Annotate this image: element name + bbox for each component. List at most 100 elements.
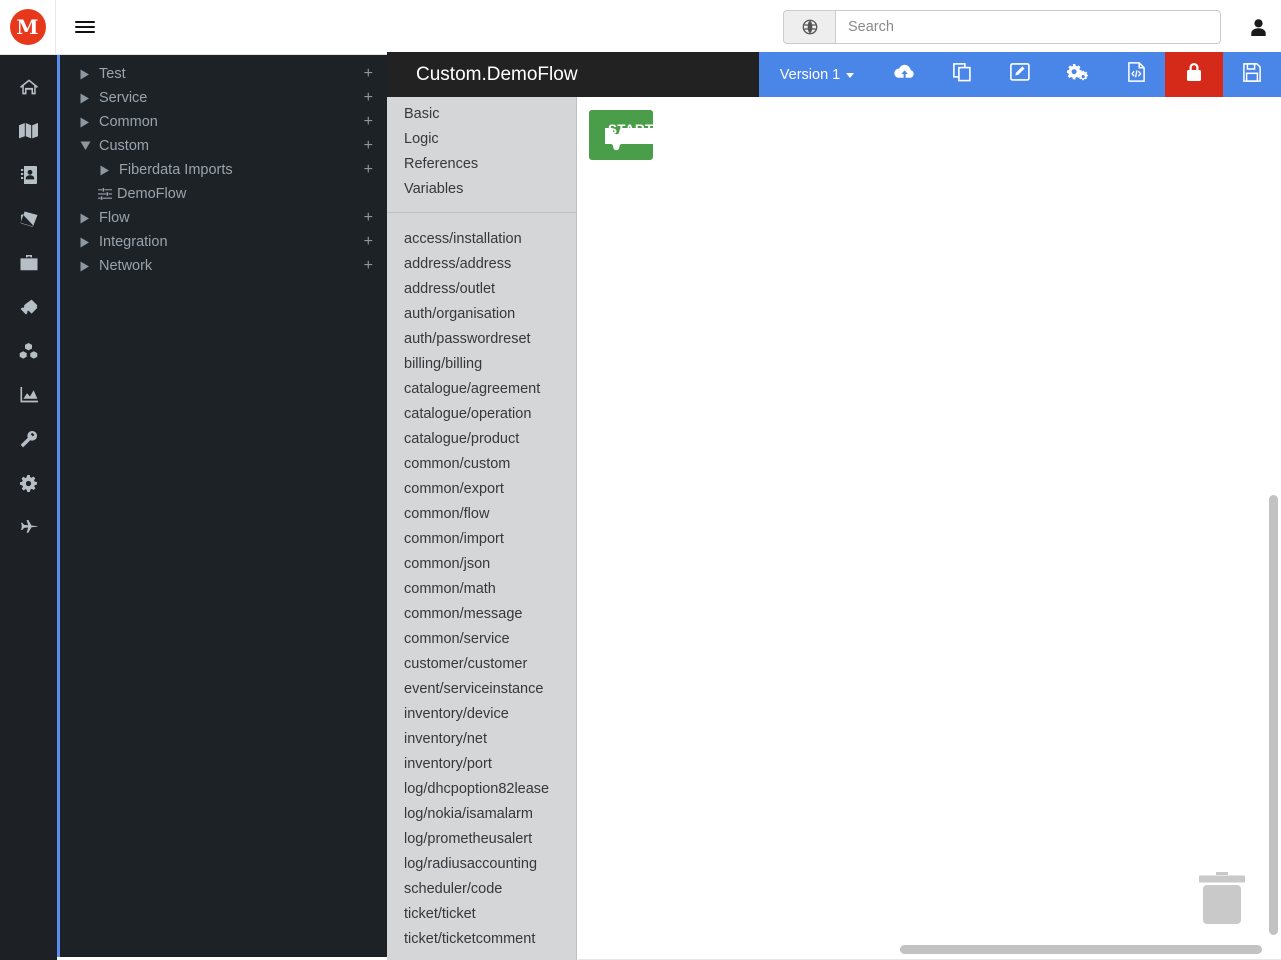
caret-right-icon[interactable] xyxy=(78,211,92,225)
trash-icon[interactable] xyxy=(1199,872,1245,924)
lock-button[interactable] xyxy=(1165,52,1223,97)
rail-item-map[interactable] xyxy=(0,109,57,153)
palette-module[interactable]: auth/organisation xyxy=(387,301,576,326)
tree-node-label: Flow xyxy=(99,210,130,226)
palette-module[interactable]: catalogue/agreement xyxy=(387,376,576,401)
tree-node-custom[interactable]: Custom + xyxy=(60,134,387,158)
rail-item-book[interactable] xyxy=(0,197,57,241)
caret-right-icon[interactable] xyxy=(98,163,112,177)
palette-module[interactable]: common/json xyxy=(387,551,576,576)
tree-add-button[interactable]: + xyxy=(364,138,373,154)
rail-item-address-book[interactable] xyxy=(0,153,57,197)
palette-module[interactable]: log/nokia/isamalarm xyxy=(387,801,576,826)
palette-module[interactable]: access/installation xyxy=(387,226,576,251)
tree-node-integration[interactable]: Integration + xyxy=(60,230,387,254)
palette-category-basic[interactable]: Basic xyxy=(387,101,576,126)
tree-add-button[interactable]: + xyxy=(364,90,373,106)
palette-module[interactable]: log/prometheusalert xyxy=(387,826,576,851)
palette-module[interactable]: common/message xyxy=(387,601,576,626)
settings-button[interactable] xyxy=(1049,52,1107,97)
palette-module[interactable]: auth/passwordreset xyxy=(387,326,576,351)
rail-item-cubes[interactable] xyxy=(0,329,57,373)
tree-add-button[interactable]: + xyxy=(364,66,373,82)
palette-module[interactable]: customer/customer xyxy=(387,651,576,676)
tree-add-button[interactable]: + xyxy=(364,234,373,250)
caret-right-icon[interactable] xyxy=(78,259,92,273)
rail-item-plane[interactable] xyxy=(0,505,57,549)
tree-add-button[interactable]: + xyxy=(364,162,373,178)
rail-item-wrench[interactable] xyxy=(0,417,57,461)
flow-canvas[interactable]: START xyxy=(578,97,1281,960)
palette-module[interactable]: inventory/device xyxy=(387,701,576,726)
caret-down-icon[interactable] xyxy=(78,139,92,153)
tree-node-network[interactable]: Network + xyxy=(60,254,387,278)
rail-item-chart-area[interactable] xyxy=(0,373,57,417)
palette-divider xyxy=(387,212,576,213)
tree-node-label: Test xyxy=(99,66,126,82)
edit-button[interactable] xyxy=(991,52,1049,97)
palette-module[interactable]: inventory/net xyxy=(387,726,576,751)
rail-item-briefcase[interactable] xyxy=(0,241,57,285)
caret-right-icon[interactable] xyxy=(78,91,92,105)
search-input[interactable] xyxy=(835,10,1221,44)
palette-module[interactable]: ticket/ticketcomment xyxy=(387,926,576,951)
tree-add-button[interactable]: + xyxy=(364,258,373,274)
palette-module[interactable]: common/import xyxy=(387,526,576,551)
cogs-icon xyxy=(1067,63,1089,87)
palette-module[interactable]: scheduler/code xyxy=(387,876,576,901)
tree-node-common[interactable]: Common + xyxy=(60,110,387,134)
palette-module[interactable]: common/export xyxy=(387,476,576,501)
app-logo[interactable]: M xyxy=(0,0,56,55)
tree-node-service[interactable]: Service + xyxy=(60,86,387,110)
palette-module[interactable]: common/flow xyxy=(387,501,576,526)
palette-module[interactable]: address/address xyxy=(387,251,576,276)
version-label: Version 1 xyxy=(779,66,841,83)
tree-node-label: Service xyxy=(99,90,148,106)
palette-category-variables[interactable]: Variables xyxy=(387,176,576,201)
rail-item-settings[interactable] xyxy=(0,461,57,505)
version-dropdown[interactable]: Version 1 xyxy=(759,52,875,97)
hamburger-icon[interactable] xyxy=(56,0,114,55)
palette-module[interactable]: catalogue/operation xyxy=(387,401,576,426)
palette-module[interactable]: inventory/port xyxy=(387,751,576,776)
caret-right-icon[interactable] xyxy=(78,235,92,249)
palette-module[interactable]: event/serviceinstance xyxy=(387,676,576,701)
canvas-horizontal-scrollbar[interactable] xyxy=(900,945,1262,954)
palette-module[interactable]: common/math xyxy=(387,576,576,601)
tree-add-button[interactable]: + xyxy=(364,114,373,130)
palette-module[interactable]: ticket/ticket xyxy=(387,901,576,926)
tree-node-label: Integration xyxy=(99,234,168,250)
palette-module[interactable]: log/dhcpoption82lease xyxy=(387,776,576,801)
caret-right-icon[interactable] xyxy=(78,115,92,129)
lock-icon xyxy=(1186,62,1202,87)
palette-module[interactable]: log/radiusaccounting xyxy=(387,851,576,876)
save-button[interactable] xyxy=(1223,52,1281,97)
tree-node-label: Network xyxy=(99,258,153,274)
palette-module[interactable]: catalogue/product xyxy=(387,426,576,451)
globe-icon[interactable] xyxy=(783,10,835,44)
palette-module[interactable]: address/outlet xyxy=(387,276,576,301)
ticket-icon xyxy=(20,299,38,316)
palette-module[interactable]: common/custom xyxy=(387,451,576,476)
tree-node-flow[interactable]: Flow + xyxy=(60,206,387,230)
rail-item-ticket[interactable] xyxy=(0,285,57,329)
copy-button[interactable] xyxy=(933,52,991,97)
briefcase-icon xyxy=(20,255,38,271)
tree-node-test[interactable]: Test + xyxy=(60,62,387,86)
tree-node-fiberdata-imports[interactable]: Fiberdata Imports + xyxy=(60,158,387,182)
rail-item-home[interactable] xyxy=(0,65,57,109)
book-icon xyxy=(20,211,38,227)
tree-add-button[interactable]: + xyxy=(364,210,373,226)
palette-module[interactable]: common/service xyxy=(387,626,576,651)
user-icon[interactable] xyxy=(1235,0,1281,55)
palette-category-logic[interactable]: Logic xyxy=(387,126,576,151)
code-button[interactable] xyxy=(1107,52,1165,97)
tree-node-label: Common xyxy=(99,114,158,130)
start-node[interactable]: START xyxy=(588,108,656,163)
palette-module[interactable]: billing/billing xyxy=(387,351,576,376)
publish-button[interactable] xyxy=(875,52,933,97)
palette-category-references[interactable]: References xyxy=(387,151,576,176)
tree-node-demoflow[interactable]: DemoFlow xyxy=(60,182,387,206)
canvas-vertical-scrollbar[interactable] xyxy=(1269,495,1278,935)
caret-right-icon[interactable] xyxy=(78,67,92,81)
